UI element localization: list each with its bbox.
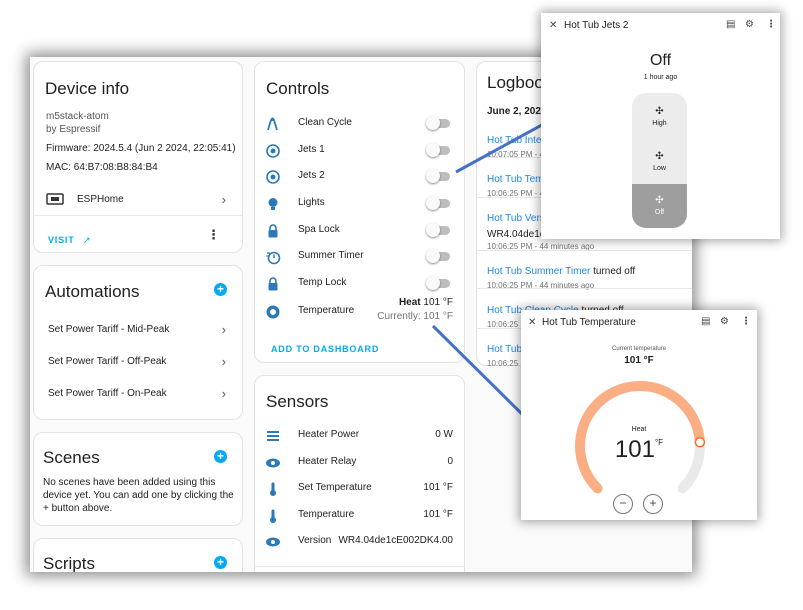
gear-icon[interactable]: ⚙ [745,19,754,30]
fan-speed-control[interactable]: ✣ High ✣ Low ✣ Off [632,93,687,228]
decrease-button[interactable]: − [613,494,633,514]
jets-last-changed: 1 hour ago [643,74,678,81]
increase-button[interactable]: + [643,494,663,514]
dialog-title: Hot Tub Jets 2 [564,20,629,31]
jets-state: Off [649,52,672,69]
history-icon[interactable]: ▤ [726,19,735,30]
dialog-header: ✕ Hot Tub Jets 2 ▤ ⚙ ⋮ [541,13,780,39]
fan-option-label: High [652,120,667,127]
fan-option-high[interactable]: ✣ High [632,106,687,127]
fan-icon: ✣ [655,195,664,206]
fan-icon: ✣ [655,151,664,162]
dialog-header: ✕ Hot Tub Temperature ▤ ⚙ ⋮ [521,310,757,336]
connector-temperature [431,324,526,418]
temperature-dialog: ✕ Hot Tub Temperature ▤ ⚙ ⋮ Current temp… [521,310,757,520]
fan-option-off[interactable]: ✣ Off [632,184,687,228]
fan-icon: ✣ [655,106,664,117]
current-temperature-value: 101 °F [624,355,654,366]
target-value: 101 [614,436,655,463]
history-icon[interactable]: ▤ [701,316,710,327]
fan-option-label: Off [654,209,665,216]
current-temperature-label: Current temperature [611,346,667,352]
close-icon[interactable]: ✕ [528,317,536,328]
dialog-title: Hot Tub Temperature [542,317,636,328]
fan-option-low[interactable]: ✣ Low [632,151,687,172]
more-menu-icon[interactable]: ⋮ [766,19,776,30]
target-unit: °F [654,438,664,447]
fan-option-label: Low [653,165,666,172]
jets-dialog: ✕ Hot Tub Jets 2 ▤ ⚙ ⋮ Off 1 hour ago ✣ … [541,13,780,239]
thermostat-mode: Heat [631,426,647,433]
target-temperature: 101°F [521,436,757,464]
more-menu-icon[interactable]: ⋮ [741,316,751,327]
close-icon[interactable]: ✕ [549,20,557,31]
gear-icon[interactable]: ⚙ [720,316,729,327]
